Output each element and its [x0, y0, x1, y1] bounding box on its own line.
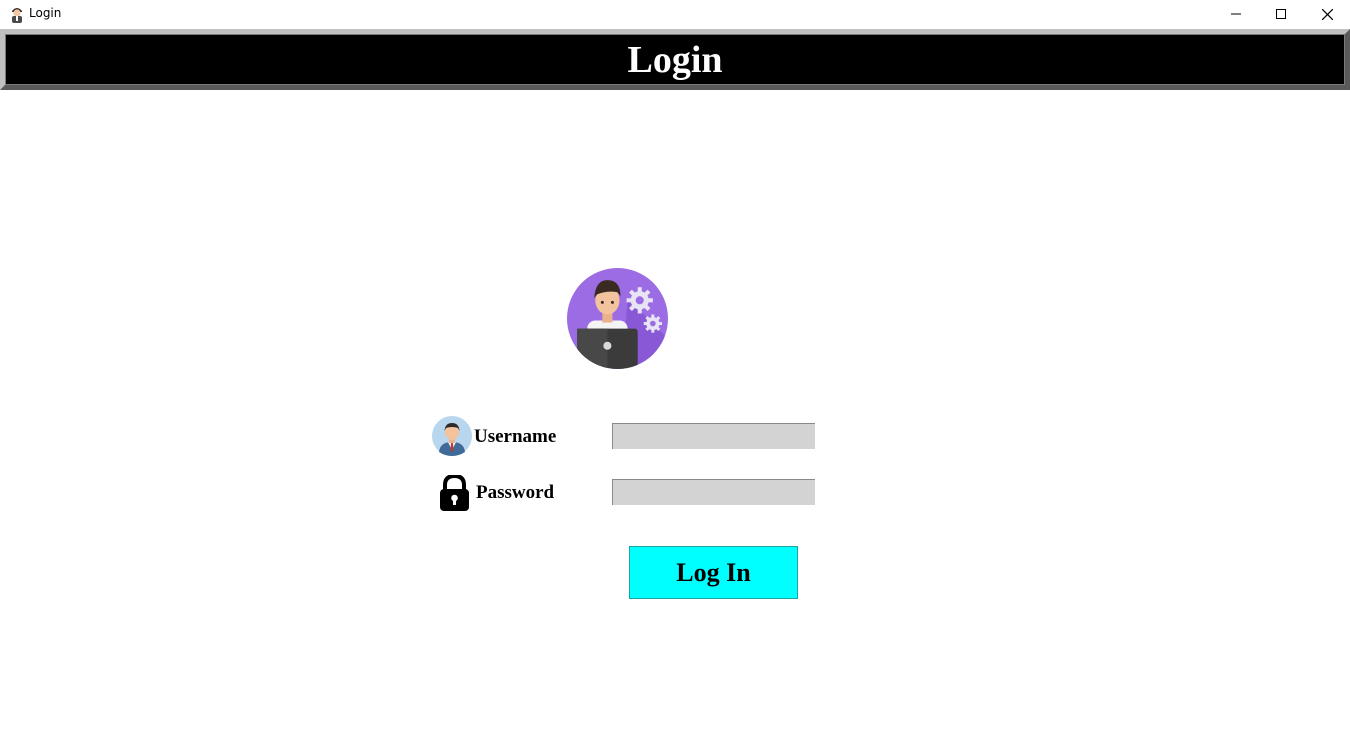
login-button[interactable]: Log In	[629, 546, 798, 599]
minimize-button[interactable]	[1213, 0, 1259, 28]
maximize-button[interactable]	[1258, 0, 1304, 28]
user-icon	[432, 416, 472, 456]
maximize-icon	[1276, 9, 1286, 19]
window-titlebar: Login	[0, 0, 1350, 28]
username-label: Username	[474, 426, 557, 447]
close-icon	[1321, 8, 1333, 20]
password-input[interactable]	[612, 479, 815, 505]
app-user-icon	[12, 8, 22, 23]
username-input[interactable]	[612, 423, 815, 449]
password-label: Password	[476, 482, 555, 503]
window-title: Login	[29, 6, 62, 20]
close-button[interactable]	[1304, 0, 1350, 28]
header-banner: Login	[0, 29, 1350, 90]
minimize-icon	[1231, 13, 1241, 15]
lock-icon	[440, 475, 469, 511]
page-title: Login	[627, 38, 723, 81]
developer-avatar-icon	[567, 268, 668, 369]
